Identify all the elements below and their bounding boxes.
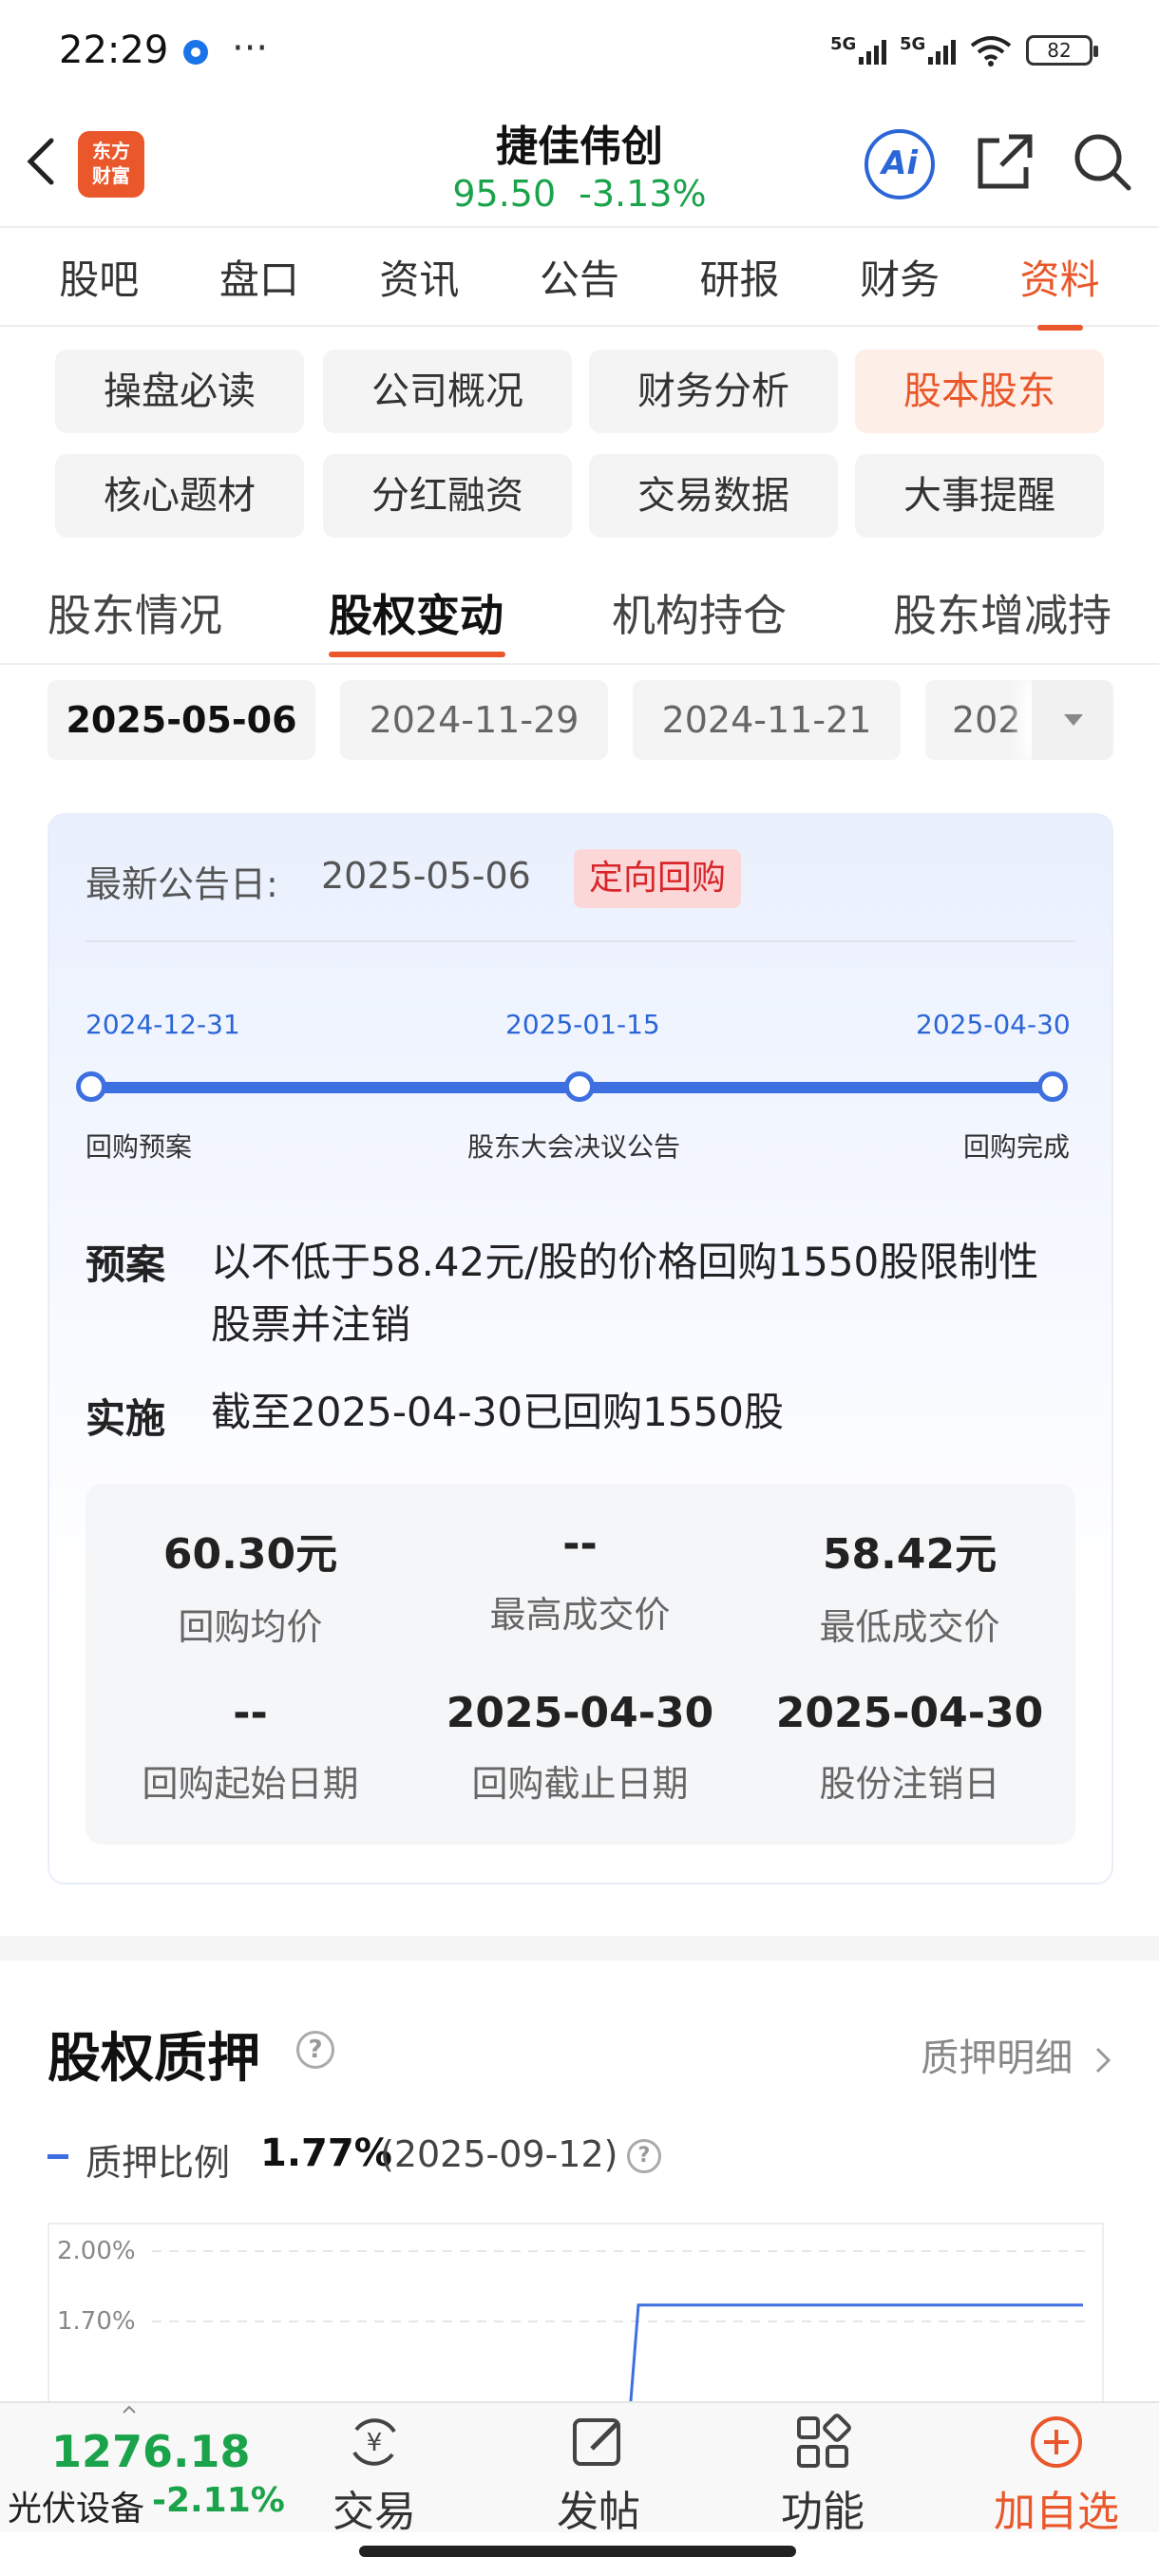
sector-change: -2.11%	[152, 2481, 285, 2520]
timeline-node	[564, 1071, 595, 1102]
timeline-date: 2025-04-30	[916, 1009, 1071, 1040]
chevron-up-icon[interactable]	[122, 2405, 137, 2415]
status-more-icon: ···	[232, 27, 269, 70]
tab-equity-changes[interactable]: 股权变动	[329, 581, 504, 644]
pledge-ratio-date: (2025-09-12)	[380, 2133, 618, 2175]
search-icon[interactable]	[1072, 131, 1132, 192]
date-chip[interactable]: 2024-11-21	[633, 680, 901, 760]
pledge-ratio-value: 1.77%	[260, 2131, 392, 2175]
tab-shareholder-status[interactable]: 股东情况	[48, 581, 222, 644]
date-chip[interactable]: 2025-05-06	[48, 680, 315, 760]
edit-icon	[573, 2418, 620, 2466]
status-time: 22:29	[59, 28, 169, 72]
sub-button-trading-guide[interactable]: 操盘必读	[55, 350, 304, 433]
help-icon[interactable]: ?	[296, 2031, 334, 2069]
home-indicator[interactable]	[359, 2546, 796, 2557]
sub-button-dividends-financing[interactable]: 分红融资	[323, 454, 572, 538]
add-watchlist-button[interactable]: 加自选	[980, 2413, 1132, 2538]
trade-icon: ¥	[352, 2418, 396, 2466]
tab-announcements[interactable]: 公告	[526, 248, 633, 306]
status-indicators: 5G 5G 82	[830, 34, 1098, 66]
stock-price: 95.50	[452, 173, 557, 215]
stat-end-date: 2025-04-30 回购截止日期	[446, 1689, 714, 1805]
sub-button-financial-analysis[interactable]: 财务分析	[589, 350, 838, 433]
wifi-icon	[970, 36, 1012, 66]
announcement-date-label: 最新公告日:	[86, 863, 278, 905]
plan-value: 以不低于58.42元/股的价格回购1550股限制性股票并注销	[211, 1239, 1039, 1348]
add-watchlist-label: 加自选	[994, 2488, 1119, 2536]
tab-research[interactable]: 研报	[687, 248, 793, 306]
functions-label: 功能	[781, 2488, 864, 2536]
sub-button-core-themes[interactable]: 核心题材	[55, 454, 304, 538]
help-icon[interactable]: ?	[627, 2139, 661, 2173]
notification-dot-icon	[183, 40, 208, 65]
timeline-node	[76, 1071, 106, 1102]
chevron-down-icon[interactable]	[1032, 680, 1113, 760]
timeline-date: 2024-12-31	[86, 1009, 240, 1040]
sub-button-company-overview[interactable]: 公司概况	[323, 350, 572, 433]
plan-key: 预案	[86, 1241, 166, 1288]
trade-label: 交易	[332, 2488, 416, 2536]
share-icon[interactable]	[975, 131, 1036, 192]
sub-button-major-events[interactable]: 大事提醒	[855, 454, 1104, 538]
stat-cancel-date: 2025-04-30 股份注销日	[775, 1689, 1044, 1805]
sub-button-shareholders[interactable]: 股本股东	[855, 350, 1104, 433]
tab-guba[interactable]: 股吧	[46, 248, 152, 306]
implementation-key: 实施	[86, 1395, 166, 1442]
pledge-detail-link[interactable]: 质押明细	[921, 2027, 1113, 2082]
timeline-label: 回购完成	[963, 1131, 1071, 1163]
stat-start-date: -- 回购起始日期	[142, 1689, 359, 1805]
ai-assistant-icon[interactable]: Ai	[864, 129, 935, 199]
functions-button[interactable]: 功能	[756, 2413, 889, 2538]
announcement-date: 2025-05-06	[321, 855, 531, 897]
stat-high-price: -- 最高成交价	[489, 1520, 671, 1636]
timeline-label: 股东大会决议公告	[467, 1131, 681, 1163]
date-chip[interactable]: 2024-11-29	[340, 680, 608, 760]
pledge-chart: 2.00% 1.70%	[57, 2237, 1092, 2403]
sector-name[interactable]: 光伏设备	[8, 2481, 144, 2530]
post-label: 发帖	[557, 2488, 640, 2536]
sub-button-trading-data[interactable]: 交易数据	[589, 454, 838, 538]
stock-change: -3.13%	[579, 173, 707, 215]
stat-low-price: 58.42元 最低成交价	[819, 1530, 1000, 1648]
signal-icon: 5G	[900, 34, 956, 65]
tab-pankou[interactable]: 盘口	[206, 248, 313, 306]
timeline-date: 2025-01-15	[505, 1009, 660, 1040]
divider	[86, 940, 1075, 942]
tab-finance[interactable]: 财务	[846, 248, 953, 306]
chevron-right-icon	[1095, 2047, 1112, 2074]
y-tick-label: 2.00%	[57, 2237, 136, 2265]
svg-text:¥: ¥	[367, 2429, 383, 2457]
signal-icon: 5G	[830, 34, 886, 65]
tab-institutional-holdings[interactable]: 机构持仓	[612, 581, 787, 644]
date-chip[interactable]: 202	[925, 680, 1039, 760]
battery-icon: 82	[1026, 35, 1098, 66]
main-tab-bar: 股吧 盘口 资讯 公告 研报 财务 资料	[0, 226, 1159, 331]
tab-shareholder-changes[interactable]: 股东增减持	[893, 581, 1112, 644]
legend-swatch	[48, 2154, 68, 2159]
section-divider	[0, 1936, 1159, 1960]
timeline-label: 回购预案	[86, 1131, 193, 1163]
active-tab-indicator	[329, 652, 505, 657]
trade-button[interactable]: ¥ 交易	[308, 2413, 441, 2538]
stat-avg-price: 60.30元 回购均价	[162, 1530, 338, 1648]
pledge-title: 股权质押	[48, 2028, 260, 2090]
type-badge: 定向回购	[574, 849, 742, 908]
tab-news[interactable]: 资讯	[366, 248, 472, 306]
tab-profile[interactable]: 资料	[1007, 248, 1113, 331]
pledge-ratio-series	[629, 2303, 1083, 2403]
grid-icon	[797, 2414, 851, 2468]
sector-index-value[interactable]: 1276.18	[51, 2426, 251, 2477]
add-circle-icon	[1031, 2416, 1082, 2468]
timeline-node	[1037, 1071, 1068, 1102]
secondary-tab-bar: 股东情况 股权变动 机构持仓 股东增减持	[0, 570, 1159, 665]
post-button[interactable]: 发帖	[532, 2413, 665, 2538]
implementation-value: 截至2025-04-30已回购1550股	[211, 1389, 784, 1435]
legend-label: 质押比例	[86, 2142, 231, 2184]
divider	[0, 663, 1159, 665]
y-tick-label: 1.70%	[57, 2307, 136, 2336]
